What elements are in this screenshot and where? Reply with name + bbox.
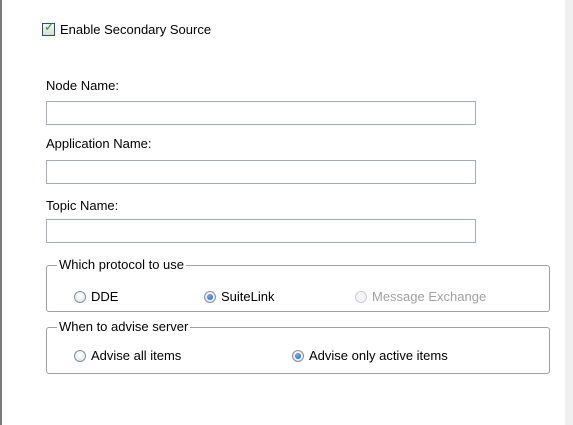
advise-all-items-label: Advise all items	[91, 348, 182, 363]
advise-active-items-radio[interactable]	[292, 349, 304, 362]
topic-name-input[interactable]	[46, 219, 476, 243]
protocol-group-legend: Which protocol to use	[59, 257, 185, 272]
dde-radio[interactable]	[74, 290, 86, 303]
node-name-input[interactable]	[46, 101, 476, 125]
left-border	[0, 0, 2, 425]
advise-group: When to advise server	[46, 320, 550, 374]
node-name-label: Node Name:	[46, 78, 119, 93]
application-name-input[interactable]	[46, 160, 476, 184]
protocol-option-dde[interactable]: DDE	[74, 289, 118, 304]
enable-secondary-source-label: Enable Secondary Source	[60, 22, 212, 37]
suitelink-radio[interactable]	[204, 290, 216, 303]
right-border-strip	[565, 0, 573, 425]
enable-secondary-source-row[interactable]: ✓ Enable Secondary Source	[42, 20, 212, 37]
advise-option-all-items[interactable]: Advise all items	[74, 348, 181, 363]
advise-active-items-label: Advise only active items	[309, 348, 448, 363]
radio-selected-dot-icon	[207, 293, 213, 300]
enable-secondary-source-checkbox[interactable]: ✓	[42, 20, 55, 36]
application-name-label: Application Name:	[46, 136, 152, 151]
protocol-option-message-exchange: Message Exchange	[355, 289, 486, 304]
checkmark-icon: ✓	[44, 20, 55, 35]
advise-option-active-items[interactable]: Advise only active items	[292, 348, 448, 363]
radio-selected-dot-icon	[295, 352, 301, 359]
dde-label: DDE	[91, 289, 119, 304]
message-exchange-radio	[355, 290, 367, 303]
protocol-option-suitelink[interactable]: SuiteLink	[204, 289, 274, 304]
suitelink-label: SuiteLink	[221, 289, 275, 304]
secondary-source-panel: ✓ Enable Secondary Source Node Name: App…	[0, 0, 573, 425]
topic-name-label: Topic Name:	[46, 198, 119, 213]
advise-group-legend: When to advise server	[59, 319, 189, 334]
message-exchange-label: Message Exchange	[372, 289, 487, 304]
advise-all-items-radio[interactable]	[74, 349, 86, 362]
